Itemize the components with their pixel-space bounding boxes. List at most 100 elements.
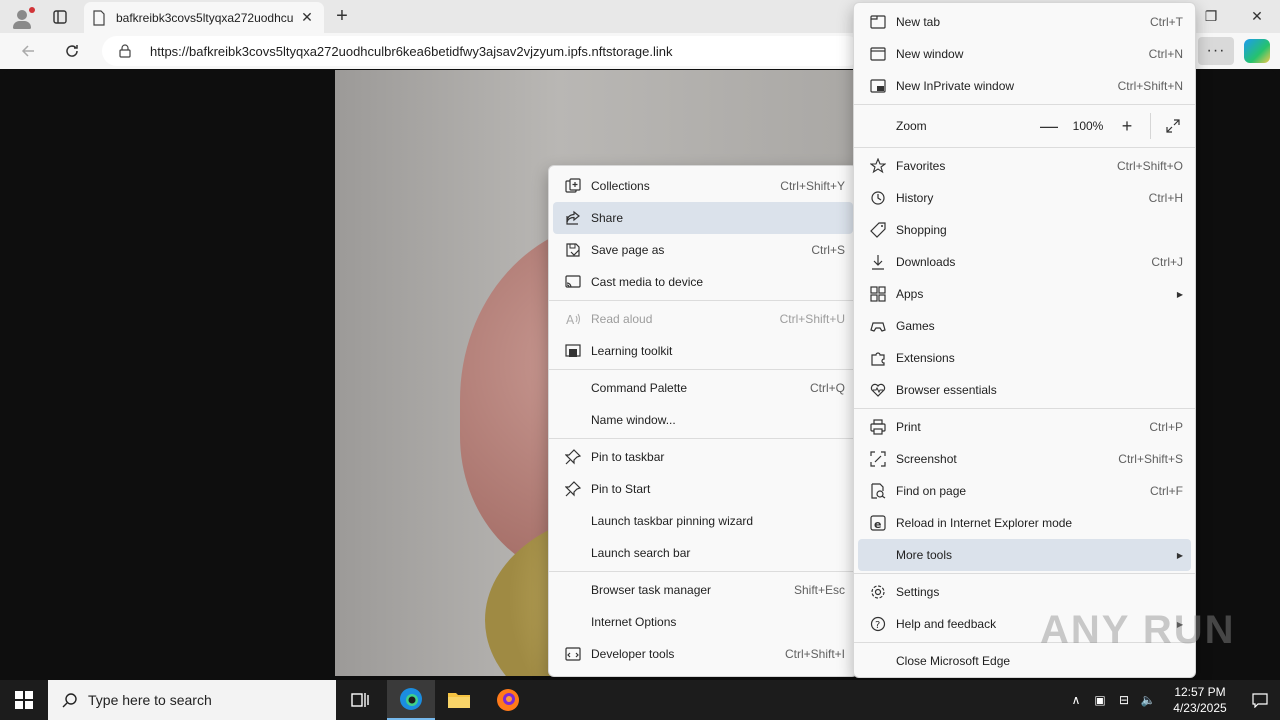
taskbar-search-box[interactable]: Type here to search bbox=[48, 680, 336, 720]
clock[interactable]: 12:57 PM 4/23/2025 bbox=[1160, 684, 1240, 716]
pin-icon bbox=[553, 481, 587, 497]
menu-item-screenshot[interactable]: Screenshot Ctrl+Shift+S bbox=[858, 443, 1191, 475]
taskbar: Type here to search ∧ ▣ ⊟ 🔈 12:57 PM 4/2… bbox=[0, 680, 1280, 720]
menu-item-new-window[interactable]: New window Ctrl+N bbox=[858, 38, 1191, 70]
more-tools-submenu: Collections Ctrl+Shift+Y Share Save page… bbox=[548, 165, 858, 677]
menu-item-pin-to-start[interactable]: Pin to Start bbox=[553, 473, 853, 505]
menu-item-shopping[interactable]: Shopping bbox=[858, 214, 1191, 246]
menu-item-name-window[interactable]: Name window... bbox=[553, 404, 853, 436]
menu-item-new-inprivate-window[interactable]: New InPrivate window Ctrl+Shift+N bbox=[858, 70, 1191, 102]
collections-icon bbox=[553, 178, 587, 194]
devtools-icon bbox=[553, 646, 587, 662]
menu-item-games[interactable]: Games bbox=[858, 310, 1191, 342]
zoom-out-button[interactable]: — bbox=[1030, 116, 1068, 137]
task-view-button[interactable] bbox=[336, 680, 384, 720]
firefox-icon bbox=[497, 689, 519, 711]
start-button[interactable] bbox=[0, 680, 48, 720]
save-icon bbox=[553, 242, 587, 258]
settings-and-more-menu: New tab Ctrl+T New window Ctrl+N New InP… bbox=[853, 2, 1196, 678]
network-icon[interactable]: ▣ bbox=[1088, 693, 1112, 707]
star-icon bbox=[858, 158, 892, 174]
show-hidden-icons-icon[interactable]: ∧ bbox=[1064, 693, 1088, 707]
menu-item-developer-tools[interactable]: Developer tools Ctrl+Shift+I bbox=[553, 638, 853, 670]
svg-text:A: A bbox=[566, 313, 575, 327]
zoom-in-button[interactable]: + bbox=[1108, 116, 1146, 137]
back-button[interactable] bbox=[14, 37, 42, 65]
ie-icon: e bbox=[858, 515, 892, 531]
copilot-icon[interactable] bbox=[1244, 39, 1270, 63]
tab-actions-icon[interactable] bbox=[46, 4, 74, 30]
clock-date: 4/23/2025 bbox=[1173, 701, 1227, 715]
cast-icon bbox=[553, 274, 587, 290]
folder-icon bbox=[448, 693, 470, 708]
share-icon bbox=[553, 210, 587, 226]
windows-logo-icon bbox=[15, 691, 33, 709]
edge-icon bbox=[400, 688, 422, 710]
menu-separator bbox=[854, 147, 1195, 148]
menu-item-save-page-as[interactable]: Save page as Ctrl+S bbox=[553, 234, 853, 266]
menu-item-extensions[interactable]: Extensions bbox=[858, 342, 1191, 374]
tag-icon bbox=[858, 222, 892, 238]
printer-icon bbox=[858, 419, 892, 435]
menu-item-collections[interactable]: Collections Ctrl+Shift+Y bbox=[553, 170, 853, 202]
search-icon bbox=[62, 693, 77, 708]
svg-text:e: e bbox=[874, 518, 881, 531]
taskbar-edge[interactable] bbox=[387, 680, 435, 720]
profile-avatar[interactable] bbox=[8, 4, 36, 30]
puzzle-icon bbox=[858, 350, 892, 366]
settings-and-more-button[interactable]: ··· bbox=[1198, 37, 1234, 65]
address-bar[interactable]: https://bafkreibk3covs5ltyqxa272uodhculb… bbox=[102, 36, 862, 66]
menu-item-learning-toolkit[interactable]: Learning toolkit bbox=[553, 335, 853, 367]
close-window-button[interactable]: ✕ bbox=[1234, 0, 1280, 33]
menu-item-browser-task-manager[interactable]: Browser task manager Shift+Esc bbox=[553, 574, 853, 606]
submenu-arrow-icon: ▶ bbox=[1176, 289, 1183, 299]
new-tab-button[interactable]: + bbox=[330, 5, 354, 29]
menu-item-pin-to-taskbar[interactable]: Pin to taskbar bbox=[553, 441, 853, 473]
menu-item-browser-essentials[interactable]: Browser essentials bbox=[858, 374, 1191, 406]
new-tab-icon bbox=[858, 14, 892, 30]
apps-icon bbox=[858, 286, 892, 302]
refresh-button[interactable] bbox=[58, 37, 86, 65]
menu-item-settings[interactable]: Settings bbox=[858, 576, 1191, 608]
clock-time: 12:57 PM bbox=[1174, 685, 1226, 699]
task-view-icon bbox=[351, 693, 369, 707]
zoom-row: Zoom — 100% + bbox=[858, 107, 1191, 145]
menu-separator bbox=[854, 104, 1195, 105]
ethernet-icon[interactable]: ⊟ bbox=[1112, 693, 1136, 707]
read-aloud-icon: A bbox=[553, 311, 587, 327]
menu-item-internet-options[interactable]: Internet Options bbox=[553, 606, 853, 638]
browser-tab[interactable]: bafkreibk3covs5ltyqxa272uodhcu ✕ bbox=[84, 2, 324, 33]
menu-separator bbox=[549, 571, 857, 572]
submenu-arrow-icon: ▶ bbox=[1176, 550, 1183, 560]
taskbar-file-explorer[interactable] bbox=[435, 680, 483, 720]
menu-item-read-aloud[interactable]: A Read aloud Ctrl+Shift+U bbox=[553, 303, 853, 335]
watermark: ANY RUN bbox=[1040, 608, 1236, 652]
menu-item-launch-search-bar[interactable]: Launch search bar bbox=[553, 537, 853, 569]
menu-separator bbox=[549, 438, 857, 439]
menu-item-history[interactable]: History Ctrl+H bbox=[858, 182, 1191, 214]
games-icon bbox=[858, 318, 892, 334]
notifications-icon[interactable] bbox=[1240, 692, 1280, 708]
menu-item-apps[interactable]: Apps ▶ bbox=[858, 278, 1191, 310]
menu-item-new-tab[interactable]: New tab Ctrl+T bbox=[858, 6, 1191, 38]
menu-item-share[interactable]: Share bbox=[553, 202, 853, 234]
menu-item-command-palette[interactable]: Command Palette Ctrl+Q bbox=[553, 372, 853, 404]
menu-item-find-on-page[interactable]: Find on page Ctrl+F bbox=[858, 475, 1191, 507]
menu-item-taskbar-pinning-wizard[interactable]: Launch taskbar pinning wizard bbox=[553, 505, 853, 537]
url-text: https://bafkreibk3covs5ltyqxa272uodhculb… bbox=[150, 43, 673, 59]
menu-item-reload-ie-mode[interactable]: e Reload in Internet Explorer mode bbox=[858, 507, 1191, 539]
close-tab-icon[interactable]: ✕ bbox=[298, 9, 316, 26]
menu-item-cast-media[interactable]: Cast media to device bbox=[553, 266, 853, 298]
menu-item-downloads[interactable]: Downloads Ctrl+J bbox=[858, 246, 1191, 278]
menu-item-favorites[interactable]: Favorites Ctrl+Shift+O bbox=[858, 150, 1191, 182]
menu-item-print[interactable]: Print Ctrl+P bbox=[858, 411, 1191, 443]
menu-separator bbox=[854, 573, 1195, 574]
menu-item-more-tools[interactable]: More tools ▶ bbox=[858, 539, 1191, 571]
gear-icon bbox=[858, 584, 892, 600]
taskbar-firefox[interactable] bbox=[484, 680, 532, 720]
svg-text:?: ? bbox=[875, 620, 880, 631]
system-tray: ∧ ▣ ⊟ 🔈 12:57 PM 4/23/2025 bbox=[1064, 680, 1280, 720]
lock-icon bbox=[119, 44, 131, 58]
volume-icon[interactable]: 🔈 bbox=[1136, 693, 1160, 707]
fullscreen-icon[interactable] bbox=[1155, 118, 1191, 134]
